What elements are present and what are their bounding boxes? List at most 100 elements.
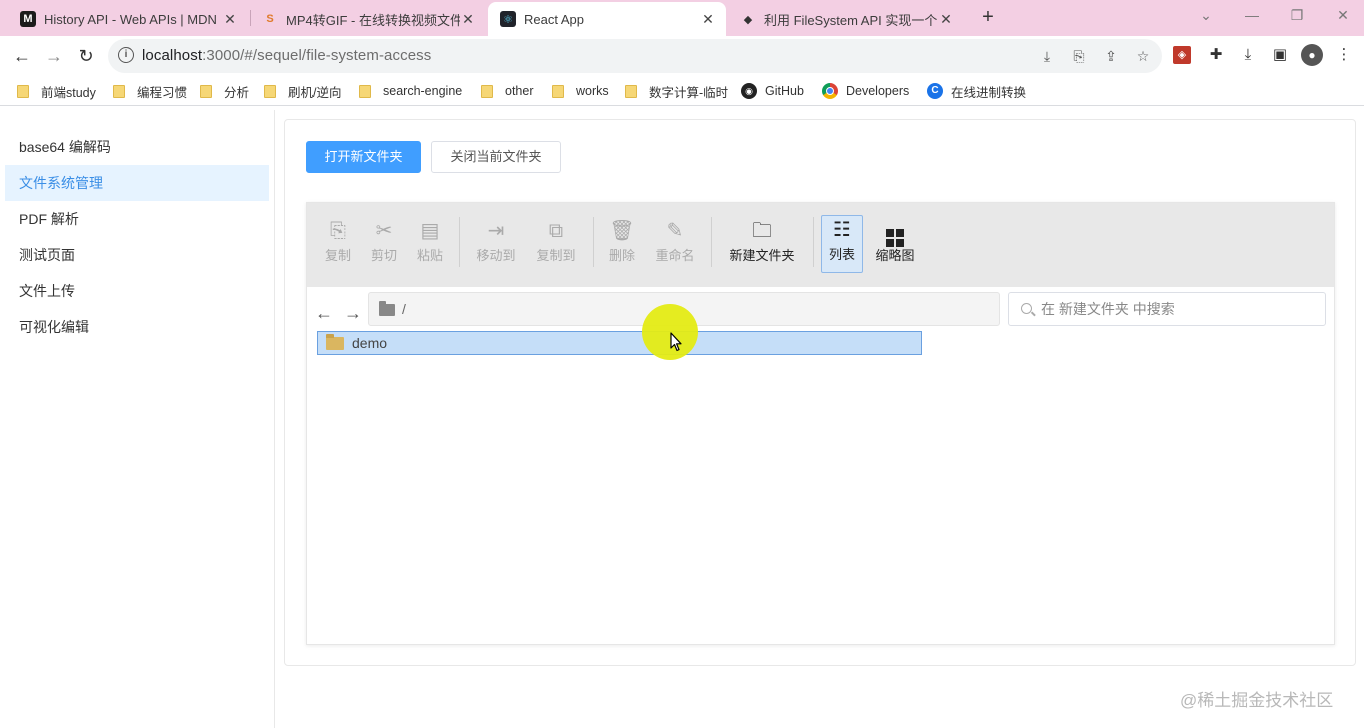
bookmark-flashing-reverse[interactable]: 刷机/逆向	[264, 82, 341, 100]
close-tab-icon[interactable]: ✕	[222, 11, 238, 28]
thumbnail-view-icon	[871, 217, 919, 247]
nav-forward-icon[interactable]: →	[344, 303, 362, 323]
sidebar-item-pdf[interactable]: PDF 解析	[5, 201, 269, 237]
article-site-icon: ◆	[740, 11, 756, 27]
side-panel-icon[interactable]: ▣	[1269, 44, 1291, 66]
folder-icon	[113, 84, 125, 98]
new-folder-button[interactable]: 🗀 新建文件夹	[723, 217, 801, 275]
url-text[interactable]: localhost:3000/#/sequel/file-system-acce…	[142, 47, 431, 64]
cut-button[interactable]: ✂ 剪切	[367, 217, 401, 275]
tab-history-api[interactable]: M History API - Web APIs | MDN ✕	[8, 2, 248, 36]
extension-red-icon[interactable]: ◈	[1173, 46, 1191, 64]
tool-label: 移动到	[476, 248, 516, 263]
bookmark-label: Developers	[846, 84, 910, 98]
bookmark-numeric-temp[interactable]: 数字计算-临时	[625, 82, 728, 100]
move-to-button[interactable]: ⇥ 移动到	[471, 217, 521, 275]
bookmark-label: GitHub	[765, 84, 804, 98]
tool-label: 新建文件夹	[729, 248, 795, 263]
back-icon[interactable]: ←	[9, 43, 35, 69]
window-close-icon[interactable]: ✕	[1329, 4, 1357, 26]
profile-avatar-icon[interactable]: ●	[1301, 44, 1323, 66]
tool-label: 复制	[324, 248, 351, 263]
bookmark-label: 前端study	[41, 85, 96, 100]
react-icon: ⚛	[500, 11, 516, 27]
sidebar-item-upload[interactable]: 文件上传	[5, 273, 269, 309]
sidebar-item-test-page[interactable]: 测试页面	[5, 237, 269, 273]
copy-icon: ⎘	[330, 220, 346, 242]
browser-menu-icon[interactable]: ⋮	[1333, 44, 1355, 66]
bookmark-base-converter[interactable]: C 在线进制转换	[927, 82, 1026, 100]
bookmark-coding-habits[interactable]: 编程习惯	[113, 82, 187, 100]
tool-label: 删除	[608, 248, 635, 263]
minimize-icon[interactable]: —	[1238, 4, 1266, 26]
copy-button[interactable]: ⎘ 复制	[321, 217, 355, 275]
bookmark-label: other	[505, 84, 534, 98]
file-row[interactable]: demo	[317, 331, 922, 355]
delete-button[interactable]: 🗑 删除	[605, 217, 639, 275]
close-tab-icon[interactable]: ✕	[700, 11, 716, 28]
tab-mp4-gif[interactable]: S MP4转GIF - 在线转换视频文件 ✕	[250, 2, 486, 36]
mdn-icon: M	[20, 11, 36, 27]
open-folder-button[interactable]: 打开新文件夹	[306, 141, 421, 173]
tab-react-app[interactable]: ⚛ React App ✕	[488, 2, 726, 36]
sidebar-item-base64[interactable]: base64 编解码	[5, 129, 269, 165]
bookmark-label: 分析	[224, 85, 250, 100]
reload-icon[interactable]: ↻	[73, 43, 99, 69]
bookmark-analysis[interactable]: 分析	[200, 82, 249, 100]
downloads-icon[interactable]: ⤓	[1237, 44, 1259, 66]
folder-icon	[17, 84, 29, 98]
tool-label: 重命名	[655, 248, 695, 263]
bookmark-label: 在线进制转换	[951, 85, 1027, 100]
address-bar[interactable]: i localhost:3000/#/sequel/file-system-ac…	[108, 39, 1162, 73]
new-folder-icon: 🗀	[752, 220, 772, 242]
bookmark-works[interactable]: works	[552, 82, 609, 100]
folder-icon	[552, 84, 564, 98]
toolbar-divider	[813, 217, 814, 267]
install-app-icon[interactable]: ⤓	[1038, 47, 1056, 65]
close-tab-icon[interactable]: ✕	[938, 11, 954, 28]
thumbnail-view-button[interactable]: 缩略图	[871, 217, 919, 275]
sidebar-item-file-system[interactable]: 文件系统管理	[5, 165, 269, 201]
rename-button[interactable]: ✎ 重命名	[651, 217, 699, 275]
copy-to-button[interactable]: ⧉ 复制到	[531, 217, 581, 275]
bookmark-search-engine[interactable]: search-engine	[359, 82, 462, 100]
extensions-puzzle-icon[interactable]: ✚	[1205, 44, 1227, 66]
restore-icon[interactable]: ❐	[1283, 4, 1311, 26]
bookmark-other[interactable]: other	[481, 82, 534, 100]
folder-icon	[379, 301, 395, 316]
move-to-icon: ⇥	[487, 220, 505, 242]
bookmark-label: search-engine	[383, 84, 463, 98]
paste-button[interactable]: ▤ 粘贴	[413, 217, 447, 275]
copy-to-icon: ⧉	[548, 220, 564, 242]
tab-filesystem-article[interactable]: ◆ 利用 FileSystem API 实现一个 w ✕	[728, 2, 964, 36]
sidebar-item-visual-editor[interactable]: 可视化编辑	[5, 309, 269, 345]
list-view-button[interactable]: ☷ 列表	[821, 215, 863, 273]
toolbar-divider	[711, 217, 712, 267]
nav-back-icon[interactable]: ←	[315, 303, 333, 323]
file-manager-toolbar: ⎘ 复制 ✂ 剪切 ▤ 粘贴 ⇥ 移动到 ⧉ 复制到 🗑 删除 ✎ 重命名 🗀 …	[307, 203, 1334, 287]
pdf-save-icon[interactable]: ⎘	[1070, 47, 1088, 65]
site-info-icon[interactable]: i	[118, 47, 134, 63]
history-nav: ← →	[315, 303, 365, 323]
forward-icon[interactable]: →	[41, 43, 67, 69]
new-tab-button[interactable]: +	[976, 6, 1000, 30]
close-folder-button[interactable]: 关闭当前文件夹	[431, 141, 561, 173]
tool-label: 粘贴	[416, 248, 443, 263]
tool-label: 复制到	[536, 248, 576, 263]
search-input[interactable]	[1041, 299, 1311, 319]
delete-icon: 🗑	[609, 220, 635, 242]
bookmark-developers[interactable]: Developers	[822, 82, 909, 100]
share-icon[interactable]: ⇪	[1102, 47, 1120, 65]
tab-title: React App	[524, 11, 584, 27]
bookmark-github[interactable]: ◉ GitHub	[741, 82, 804, 100]
folder-icon	[200, 84, 212, 98]
folder-search[interactable]	[1008, 292, 1326, 326]
mouse-cursor-icon	[670, 332, 682, 352]
bookmark-star-icon[interactable]: ☆	[1134, 47, 1152, 65]
browser-tab-strip: M History API - Web APIs | MDN ✕ S MP4转G…	[0, 0, 1364, 36]
tab-title: MP4转GIF - 在线转换视频文件	[286, 12, 460, 28]
main-panel: 打开新文件夹 关闭当前文件夹 ⎘ 复制 ✂ 剪切 ▤ 粘贴 ⇥ 移动到 ⧉ 复制…	[284, 119, 1356, 666]
bookmark-frontend-study[interactable]: 前端study	[17, 82, 96, 100]
close-tab-icon[interactable]: ✕	[460, 11, 476, 28]
tab-search-chevron-icon[interactable]: ⌄	[1192, 4, 1220, 26]
